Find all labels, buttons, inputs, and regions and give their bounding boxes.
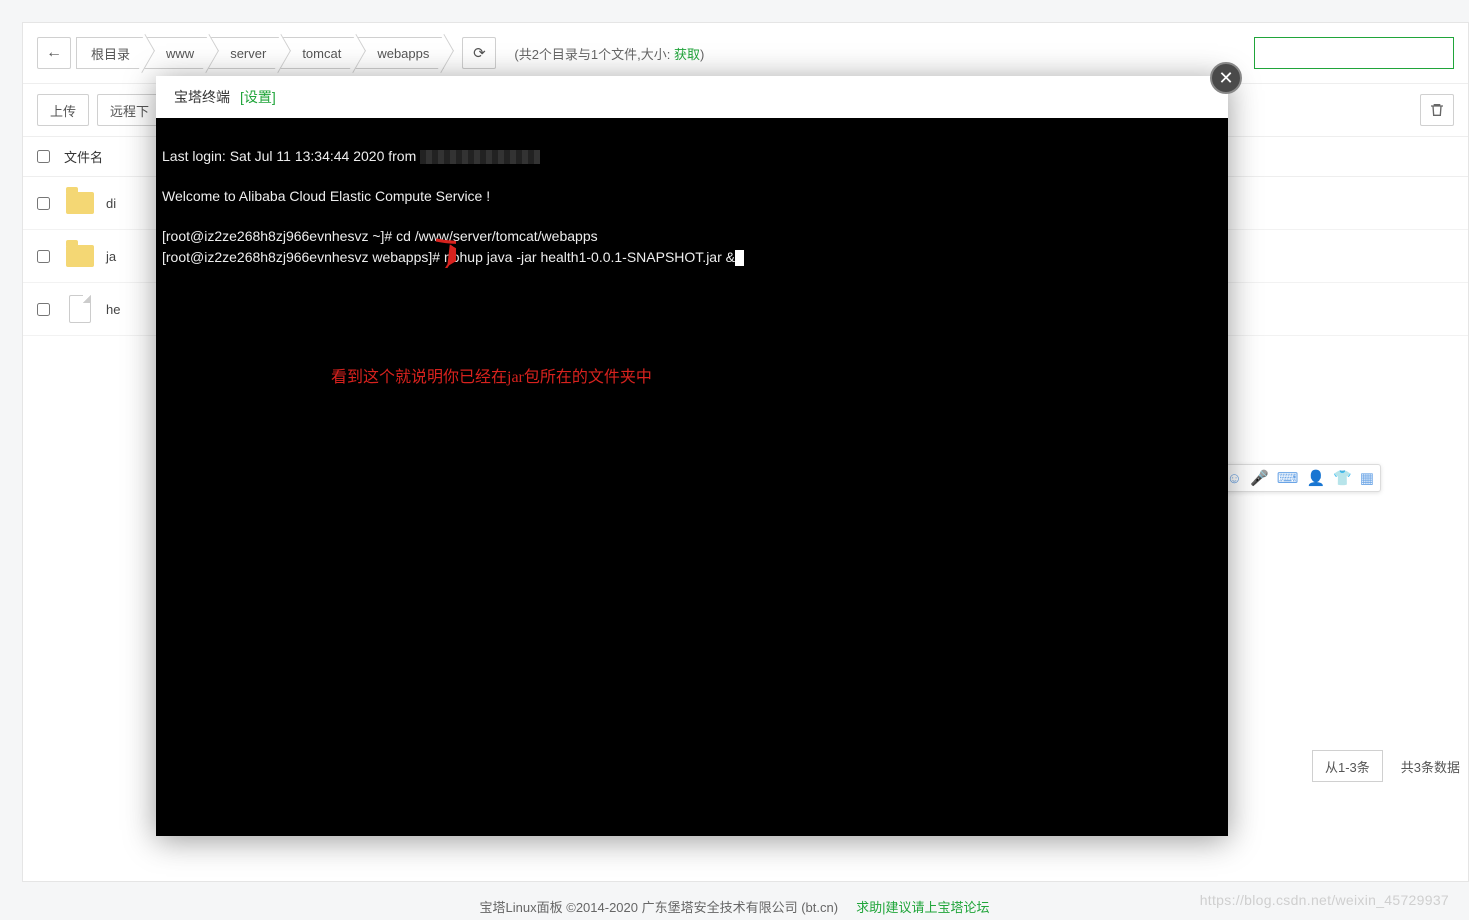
modal-header: 宝塔终端 [设置] <box>156 76 1228 118</box>
toolbox-icon[interactable]: ▦ <box>1360 469 1374 487</box>
row-checkbox[interactable] <box>37 197 50 210</box>
keyboard-icon[interactable]: ⌨ <box>1277 469 1299 487</box>
redacted-ip <box>420 150 540 164</box>
watermark: https://blog.csdn.net/weixin_45729937 <box>1200 892 1449 908</box>
modal-settings-link[interactable]: [设置] <box>240 87 276 107</box>
dir-info: (共2个目录与1个文件,大小: 获取) <box>514 44 704 63</box>
file-name: ja <box>106 249 116 264</box>
mic-icon[interactable]: 🎤 <box>1250 469 1269 487</box>
footer-copyright: 宝塔Linux面板 ©2014-2020 广东堡塔安全技术有限公司 (bt.cn… <box>480 897 839 916</box>
terminal-body[interactable]: Last login: Sat Jul 11 13:34:44 2020 fro… <box>156 118 1228 836</box>
column-name[interactable]: 文件名 <box>64 147 103 166</box>
upload-button[interactable]: 上传 <box>37 94 89 126</box>
page-range[interactable]: 从1-3条 <box>1312 750 1383 782</box>
footer-forum-link[interactable]: 求助|建议请上宝塔论坛 <box>856 897 989 916</box>
modal-title: 宝塔终端 <box>174 87 230 107</box>
breadcrumb-server[interactable]: server <box>208 37 281 69</box>
smile-icon[interactable]: ☺ <box>1227 470 1242 487</box>
breadcrumb-root[interactable]: 根目录 <box>76 37 145 69</box>
back-button[interactable]: ← <box>37 37 71 69</box>
breadcrumb-bar: ← 根目录 www server tomcat webapps ⟳ (共2个目录… <box>23 23 1468 84</box>
search-box[interactable] <box>1254 37 1454 69</box>
page-total: 共3条数据 <box>1393 757 1468 776</box>
breadcrumb-webapps[interactable]: webapps <box>355 37 444 69</box>
remote-download-button[interactable]: 远程下 <box>97 94 162 126</box>
skin-icon[interactable]: 👕 <box>1333 469 1352 487</box>
file-icon <box>64 293 96 325</box>
folder-icon <box>64 187 96 219</box>
pager: 从1-3条 共3条数据 <box>1312 746 1468 786</box>
file-name: di <box>106 196 116 211</box>
annotation-text: 看到这个就说明你已经在jar包所在的文件夹中 <box>331 368 652 387</box>
get-size-link[interactable]: 获取 <box>674 47 700 62</box>
folder-icon <box>64 240 96 272</box>
refresh-button[interactable]: ⟳ <box>462 37 496 69</box>
terminal-modal: 宝塔终端 [设置] ✕ Last login: Sat Jul 11 13:34… <box>156 76 1228 836</box>
row-checkbox[interactable] <box>37 250 50 263</box>
select-all-checkbox[interactable] <box>37 150 50 163</box>
breadcrumb-tomcat[interactable]: tomcat <box>280 37 356 69</box>
terminal-cursor <box>735 250 744 266</box>
close-icon[interactable]: ✕ <box>1210 62 1242 94</box>
trash-button[interactable] <box>1420 94 1454 126</box>
file-name: he <box>106 302 120 317</box>
row-checkbox[interactable] <box>37 303 50 316</box>
user-icon[interactable]: 👤 <box>1306 469 1325 487</box>
breadcrumb-www[interactable]: www <box>144 37 209 69</box>
